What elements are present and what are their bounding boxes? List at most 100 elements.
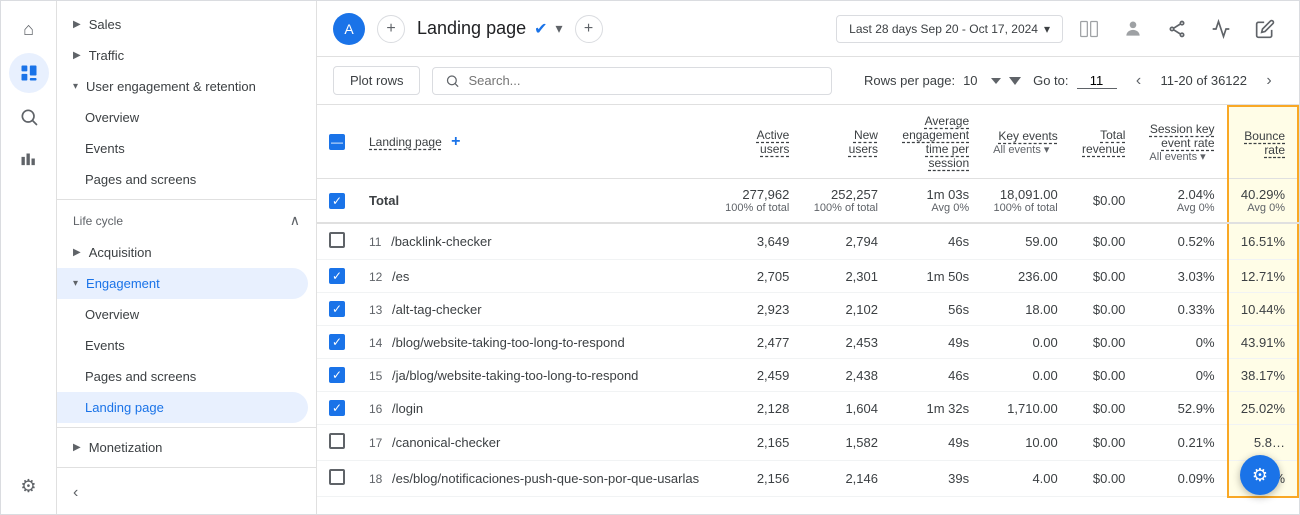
row-active-users-17: 2,165 bbox=[713, 425, 802, 461]
row-checkbox-15[interactable]: ✓ bbox=[329, 367, 345, 383]
sidebar-collapse-btn[interactable]: ‹ bbox=[57, 472, 316, 514]
search-input[interactable] bbox=[468, 73, 819, 88]
row-avg-engagement-18: 39s bbox=[890, 461, 981, 497]
row-checkbox-cell-11 bbox=[317, 223, 357, 260]
row-session-key-rate-17: 0.21% bbox=[1137, 425, 1227, 461]
sidebar-item-monetization[interactable]: ▶ Monetization bbox=[57, 432, 308, 463]
row-checkbox-11[interactable] bbox=[329, 232, 345, 248]
row-session-key-rate-16: 52.9% bbox=[1137, 392, 1227, 425]
row-checkbox-12[interactable]: ✓ bbox=[329, 268, 345, 284]
page-title: Landing page ✔ ▾ + bbox=[417, 15, 824, 43]
lifecycle-chevron[interactable]: ∧ bbox=[290, 212, 300, 229]
row-page-17[interactable]: /canonical-checker bbox=[392, 435, 500, 450]
total-bounce-rate-val: 40.29% bbox=[1241, 187, 1285, 202]
sidebar-label-overview2: Overview bbox=[85, 307, 139, 322]
row-active-users-18: 2,156 bbox=[713, 461, 802, 497]
row-page-13[interactable]: /alt-tag-checker bbox=[392, 302, 482, 317]
row-new-users-12: 2,301 bbox=[801, 260, 890, 293]
row-new-users-18: 2,146 bbox=[801, 461, 890, 497]
sidebar-item-pages-screens2[interactable]: Pages and screens bbox=[57, 361, 308, 392]
row-num-page-cell-14: 14 /blog/website-taking-too-long-to-resp… bbox=[357, 326, 713, 359]
date-range-selector[interactable]: Last 28 days Sep 20 - Oct 17, 2024 ▾ bbox=[836, 15, 1063, 43]
date-dropdown-icon: ▾ bbox=[1044, 22, 1050, 36]
row-checkbox-cell-16: ✓ bbox=[317, 392, 357, 425]
sidebar-item-sales[interactable]: ▶ Sales bbox=[57, 9, 308, 40]
arrow-icon: ▶ bbox=[73, 442, 81, 453]
total-checkbox-cell: ✓ bbox=[317, 179, 357, 224]
user-icon-btn[interactable] bbox=[1115, 11, 1151, 47]
home-nav-btn[interactable]: ⌂ bbox=[9, 9, 49, 49]
title-dropdown-btn[interactable]: ▾ bbox=[556, 20, 563, 37]
search-icon bbox=[445, 73, 460, 89]
avatar[interactable]: A bbox=[333, 13, 365, 45]
sidebar-item-overview2[interactable]: Overview bbox=[57, 299, 308, 330]
sidebar-item-landing-page[interactable]: Landing page bbox=[57, 392, 308, 423]
sidebar-item-pages-screens1[interactable]: Pages and screens bbox=[57, 164, 308, 195]
key-events-filter[interactable]: All events ▾ bbox=[993, 143, 1058, 156]
lifecycle-header: Life cycle ∧ bbox=[57, 204, 316, 237]
settings-nav-btn[interactable]: ⚙ bbox=[9, 466, 49, 506]
sidebar-item-traffic[interactable]: ▶ Traffic bbox=[57, 40, 308, 71]
row-checkbox-16[interactable]: ✓ bbox=[329, 400, 345, 416]
add-tab-btn[interactable]: + bbox=[377, 15, 405, 43]
row-checkbox-cell-17 bbox=[317, 425, 357, 461]
sidebar-item-events2[interactable]: Events bbox=[57, 330, 308, 361]
total-row: ✓ Total 277,962 100% of total 252,257 10… bbox=[317, 179, 1298, 224]
total-revenue-val: $0.00 bbox=[1093, 193, 1126, 208]
row-active-users-11: 3,649 bbox=[713, 223, 802, 260]
add-column-btn[interactable]: + bbox=[451, 133, 460, 150]
row-page-15[interactable]: /ja/blog/website-taking-too-long-to-resp… bbox=[392, 368, 638, 383]
divider2 bbox=[57, 427, 316, 428]
row-checkbox-18[interactable] bbox=[329, 469, 345, 485]
sidebar-item-acquisition[interactable]: ▶ Acquisition bbox=[57, 237, 308, 268]
total-avg-engagement-val: 1m 03s bbox=[926, 187, 969, 202]
row-bounce-rate-15: 38.17% bbox=[1228, 359, 1298, 392]
compare-columns-btn[interactable] bbox=[1071, 11, 1107, 47]
gear-fab-btn[interactable]: ⚙ bbox=[1240, 455, 1280, 495]
row-num-14: 14 bbox=[369, 336, 382, 350]
sidebar: ▶ Sales ▶ Traffic ▾ User engagement & re… bbox=[57, 1, 317, 514]
next-page-btn[interactable]: › bbox=[1255, 67, 1283, 95]
sidebar-item-events1[interactable]: Events bbox=[57, 133, 308, 164]
row-num-12: 12 bbox=[369, 270, 382, 284]
rows-per-page-control: Rows per page: 10 25 50 100 bbox=[864, 73, 1021, 88]
insights-btn[interactable] bbox=[1203, 11, 1239, 47]
edit-btn[interactable] bbox=[1247, 11, 1283, 47]
total-checkbox[interactable]: ✓ bbox=[329, 193, 345, 209]
th-revenue: Totalrevenue bbox=[1070, 106, 1138, 179]
sidebar-item-engagement[interactable]: ▾ Engagement bbox=[57, 268, 308, 299]
topbar: A + Landing page ✔ ▾ + Last 28 days Sep … bbox=[317, 1, 1299, 57]
add-view-btn[interactable]: + bbox=[575, 15, 603, 43]
row-new-users-14: 2,453 bbox=[801, 326, 890, 359]
select-all-checkbox[interactable]: — bbox=[329, 134, 345, 150]
row-active-users-12: 2,705 bbox=[713, 260, 802, 293]
plot-rows-btn[interactable]: Plot rows bbox=[333, 66, 420, 95]
row-page-18[interactable]: /es/blog/notificaciones-push-que-son-por… bbox=[392, 471, 699, 486]
row-page-16[interactable]: /login bbox=[392, 401, 423, 416]
share-btn[interactable] bbox=[1159, 11, 1195, 47]
advertising-nav-btn[interactable] bbox=[9, 141, 49, 181]
table-row: 11 /backlink-checker 3,649 2,794 46s 59.… bbox=[317, 223, 1298, 260]
sidebar-item-user-engagement[interactable]: ▾ User engagement & retention bbox=[57, 71, 308, 102]
row-page-11[interactable]: /backlink-checker bbox=[391, 234, 491, 249]
sidebar-label-engagement: Engagement bbox=[86, 276, 160, 291]
th-key-events: Key events All events ▾ bbox=[981, 106, 1070, 179]
prev-page-btn[interactable]: ‹ bbox=[1125, 67, 1153, 95]
row-checkbox-cell-14: ✓ bbox=[317, 326, 357, 359]
row-page-14[interactable]: /blog/website-taking-too-long-to-respond bbox=[392, 335, 625, 350]
go-to-input[interactable] bbox=[1077, 73, 1117, 89]
row-key-events-15: 0.00 bbox=[981, 359, 1070, 392]
reports-nav-btn[interactable] bbox=[9, 53, 49, 93]
explore-nav-btn[interactable] bbox=[9, 97, 49, 137]
lifecycle-label: Life cycle bbox=[73, 214, 123, 228]
row-checkbox-13[interactable]: ✓ bbox=[329, 301, 345, 317]
row-num-page-cell-18: 18 /es/blog/notificaciones-push-que-son-… bbox=[357, 461, 713, 497]
row-page-12[interactable]: /es bbox=[392, 269, 409, 284]
sidebar-item-overview1[interactable]: Overview bbox=[57, 102, 308, 133]
check-icon: ✔ bbox=[534, 19, 547, 39]
row-checkbox-17[interactable] bbox=[329, 433, 345, 449]
row-checkbox-14[interactable]: ✓ bbox=[329, 334, 345, 350]
session-key-filter[interactable]: All events ▾ bbox=[1149, 150, 1214, 163]
row-revenue-11: $0.00 bbox=[1070, 223, 1138, 260]
rows-per-page-select[interactable]: 10 25 50 100 bbox=[963, 73, 1001, 88]
